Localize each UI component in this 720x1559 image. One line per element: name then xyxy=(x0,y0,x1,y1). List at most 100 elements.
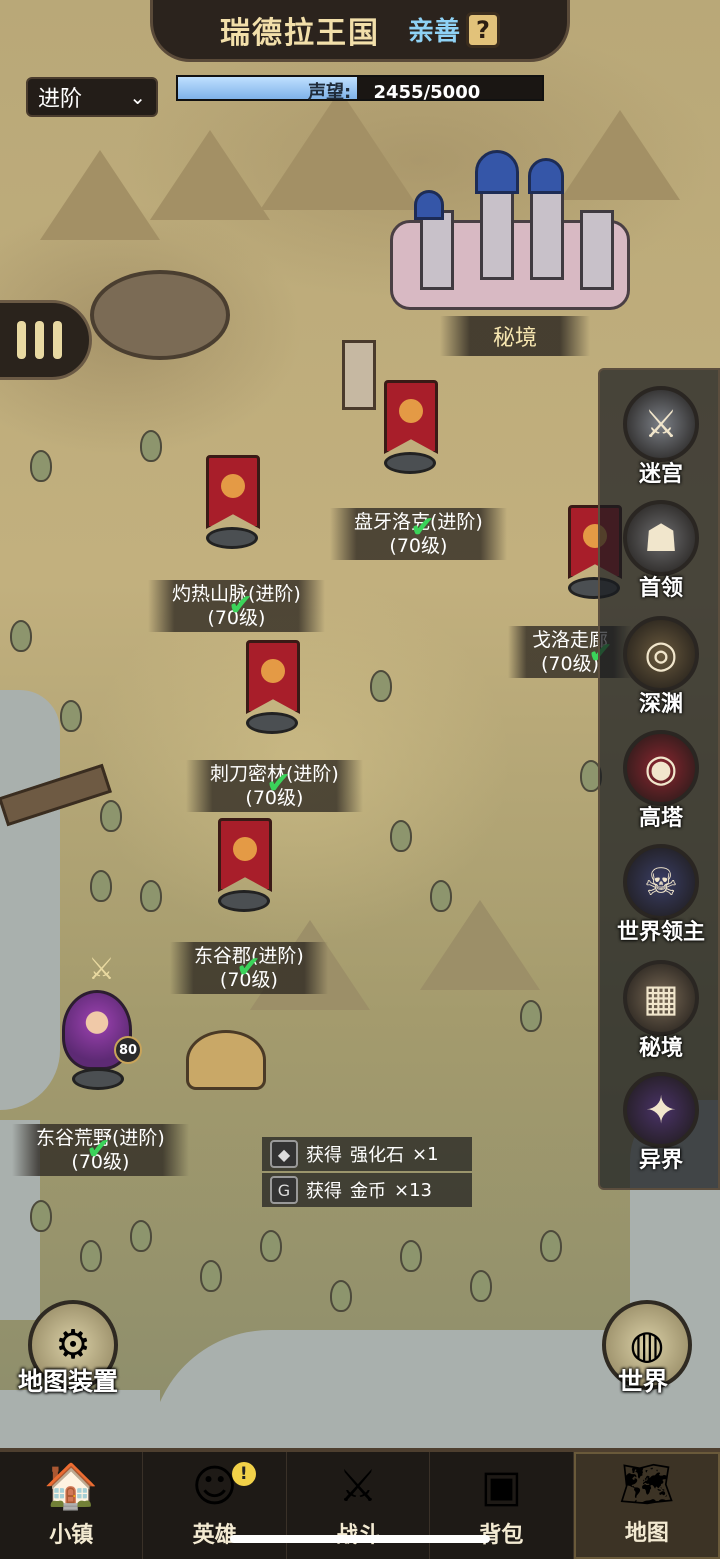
header-bar: 瑞德拉王国 亲善 ? xyxy=(150,0,570,62)
tree xyxy=(10,620,32,652)
secret-realm-label[interactable]: 秘境 xyxy=(440,316,590,356)
castle-tower xyxy=(420,210,454,290)
cleared-check-icon: ✔ xyxy=(266,766,292,801)
arena-icon: ▦ xyxy=(623,960,699,1036)
reward-item: 金币 xyxy=(350,1181,386,1202)
banner-icon xyxy=(206,455,260,529)
mountain xyxy=(40,150,160,240)
side-item-label: 迷宫 xyxy=(638,462,683,487)
banner-icon xyxy=(384,380,438,454)
nav-label: 战斗 xyxy=(336,1517,380,1549)
reward-count: ×1 xyxy=(412,1143,439,1165)
tree xyxy=(60,700,82,732)
menu-bar-icon xyxy=(16,321,26,359)
mountain xyxy=(150,130,270,220)
hero-marker[interactable]: 80 xyxy=(62,990,142,1100)
tree xyxy=(470,1270,492,1302)
side-item-label: 深渊 xyxy=(638,692,683,717)
tree xyxy=(80,1240,102,1272)
nav-map[interactable]: 🗺 地图 xyxy=(573,1452,720,1559)
nav-label: 小镇 xyxy=(49,1523,94,1548)
home-indicator[interactable] xyxy=(230,1535,490,1543)
banner-base xyxy=(384,452,436,474)
tree xyxy=(260,1230,282,1262)
notification-badge: ! xyxy=(231,1462,256,1486)
map-equipment-label[interactable]: 地图装置 xyxy=(18,1362,118,1398)
banner-icon xyxy=(218,818,272,892)
world-label[interactable]: 世界 xyxy=(618,1362,668,1398)
chevron-down-icon: ⌄ xyxy=(129,85,146,109)
side-item-boss[interactable]: ☗ 首领 xyxy=(606,500,716,610)
castle-dome xyxy=(414,190,444,220)
watchtower xyxy=(342,340,376,410)
cleared-check-icon: ✔ xyxy=(236,950,262,985)
banner-base xyxy=(246,712,298,734)
castle-secret-realm[interactable] xyxy=(390,140,630,310)
tree xyxy=(430,880,452,912)
tree xyxy=(30,1200,52,1232)
relation-status: 亲善 xyxy=(407,17,460,47)
nav-label: 地图 xyxy=(624,1521,669,1546)
reward-notice: G 获得 金币 ×13 xyxy=(262,1173,472,1207)
castle-tower xyxy=(530,190,564,280)
menu-bar-icon xyxy=(34,321,44,359)
side-item-secret-realm[interactable]: ▦ 秘境 xyxy=(606,960,716,1070)
help-button[interactable]: ? xyxy=(466,11,500,48)
mountain xyxy=(420,900,540,990)
backpack-icon: ▣ xyxy=(480,1461,523,1512)
side-item-label: 异界 xyxy=(638,1148,683,1173)
map-node-bayonet[interactable] xyxy=(246,640,300,734)
tree xyxy=(90,870,112,902)
nav-label: 背包 xyxy=(479,1523,524,1548)
banner-base xyxy=(206,527,258,549)
town-icon: 🏠 xyxy=(43,1461,99,1512)
tower-eye-icon: ◉ xyxy=(623,730,699,806)
side-item-label: 秘境 xyxy=(638,1036,683,1061)
side-menu-toggle-button[interactable] xyxy=(0,300,92,380)
side-item-maze[interactable]: ⚔ 迷宫 xyxy=(606,386,716,496)
side-item-otherworld[interactable]: ✦ 异界 xyxy=(606,1072,716,1182)
map-icon: 🗺 xyxy=(618,1459,675,1510)
difficulty-value: 进阶 xyxy=(38,87,83,112)
crossed-swords-icon: ⚔ xyxy=(623,386,699,462)
reputation-label: 声望: xyxy=(308,82,352,103)
side-item-world-boss[interactable]: ☠ 世界领主 xyxy=(606,844,716,954)
sea-area xyxy=(0,1390,160,1450)
side-item-abyss[interactable]: ◎ 深渊 xyxy=(606,616,716,726)
map-node-panya[interactable] xyxy=(384,380,438,474)
castle-tower xyxy=(580,210,614,290)
horned-helmet-icon: ☗ xyxy=(623,500,699,576)
battle-icon: ⚔ xyxy=(338,1461,378,1512)
whetstone-icon: ◆ xyxy=(270,1140,298,1168)
kingdom-title: 瑞德拉王国 xyxy=(219,15,380,51)
nav-label: 英雄 xyxy=(192,1523,237,1548)
tree xyxy=(370,670,392,702)
sea-area xyxy=(0,690,60,1110)
gold-coin-icon: G xyxy=(270,1176,298,1204)
portal-icon: ✦ xyxy=(623,1072,699,1148)
reward-count: ×13 xyxy=(394,1179,432,1201)
tree xyxy=(140,430,162,462)
banner-base xyxy=(218,890,270,912)
dragon-icon: ☠ xyxy=(623,844,699,920)
nav-town[interactable]: 🏠 小镇 xyxy=(0,1452,144,1559)
hero-base xyxy=(72,1068,124,1090)
reward-item: 强化石 xyxy=(350,1145,404,1166)
side-item-label: 高塔 xyxy=(638,806,683,831)
map-node-scorching[interactable] xyxy=(206,455,260,549)
castle-dome xyxy=(475,150,519,194)
castle-dome xyxy=(528,158,564,194)
side-item-tower[interactable]: ◉ 高塔 xyxy=(606,730,716,840)
map-node-donggu[interactable] xyxy=(218,818,272,912)
tree xyxy=(140,880,162,912)
menu-bar-icon xyxy=(52,321,62,359)
tree xyxy=(100,800,122,832)
reward-prefix: 获得 xyxy=(306,1145,342,1166)
tree xyxy=(540,1230,562,1262)
reputation-text: 声望: 2455/5000 xyxy=(308,78,480,104)
abyss-shield-icon: ◎ xyxy=(623,616,699,692)
difficulty-select[interactable]: 进阶 ⌄ xyxy=(26,77,158,117)
hero-icon: ☺ xyxy=(191,1461,238,1512)
reputation-value: 2455/5000 xyxy=(373,82,481,103)
crater xyxy=(90,270,230,360)
